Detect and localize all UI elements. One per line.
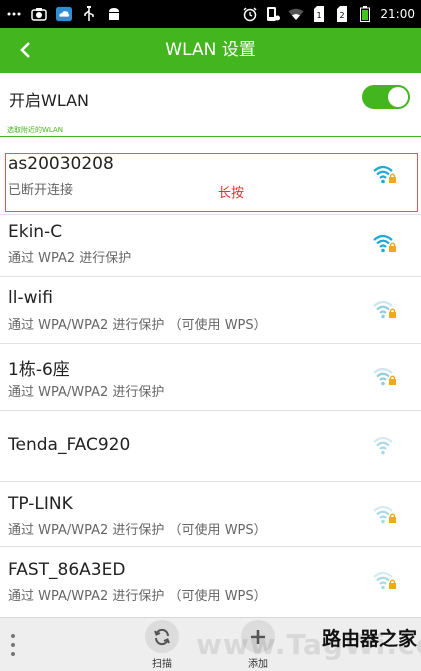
wlan-switch[interactable] bbox=[362, 85, 410, 109]
more-dots-icon bbox=[6, 6, 22, 22]
phone-icon bbox=[265, 6, 281, 22]
sim1-icon: 1 bbox=[311, 6, 327, 22]
long-press-highlight bbox=[5, 153, 418, 212]
network-item-ekin-c[interactable]: Ekin-C 通过 WPA2 进行保护 bbox=[0, 215, 421, 275]
network-item-tp-link[interactable]: TP-LINK 通过 WPA/WPA2 进行保护 （可使用 WPS） bbox=[0, 482, 421, 546]
overflow-menu-icon[interactable] bbox=[10, 634, 16, 656]
network-name: ll-wifi bbox=[8, 288, 53, 308]
sim2-icon: 2 bbox=[334, 6, 350, 22]
network-name: Tenda_FAC920 bbox=[8, 435, 131, 455]
wifi-icon bbox=[373, 436, 393, 455]
network-name: 1栋-6座 bbox=[8, 360, 70, 380]
clock: 21:00 bbox=[380, 7, 415, 21]
alarm-icon bbox=[242, 6, 258, 22]
network-status: 通过 WPA2 进行保护 bbox=[8, 251, 132, 266]
watermark-brand: 路由器之家 bbox=[322, 628, 418, 650]
page-title: WLAN 设置 bbox=[165, 40, 256, 60]
app-bar: WLAN 设置 bbox=[0, 28, 421, 73]
usb-icon bbox=[81, 6, 97, 22]
network-item-fast-86a3ed[interactable]: FAST_86A3ED 通过 WPA/WPA2 进行保护 （可使用 WPS） bbox=[0, 547, 421, 615]
cloud-icon bbox=[56, 6, 72, 22]
network-name: FAST_86A3ED bbox=[8, 560, 126, 580]
wifi-lock-icon bbox=[373, 234, 396, 253]
network-name: Ekin-C bbox=[8, 222, 63, 242]
network-status: 通过 WPA/WPA2 进行保护 （可使用 WPS） bbox=[8, 589, 267, 604]
network-name: TP-LINK bbox=[8, 494, 73, 514]
scan-label: 扫描 bbox=[152, 659, 172, 670]
android-icon bbox=[106, 6, 122, 22]
wlan-switch-knob bbox=[388, 87, 408, 107]
wlan-toggle-row: 开启WLAN bbox=[0, 73, 421, 121]
status-bar: 1 2 21:00 bbox=[0, 0, 421, 28]
status-left-icons bbox=[0, 6, 122, 22]
network-item-tenda-fac920[interactable]: Tenda_FAC920 bbox=[0, 411, 421, 481]
section-divider bbox=[0, 136, 421, 137]
network-item-ll-wifi[interactable]: ll-wifi 通过 WPA/WPA2 进行保护 （可使用 WPS） bbox=[0, 277, 421, 343]
wifi-status-icon bbox=[288, 6, 304, 22]
wifi-lock-icon bbox=[373, 571, 396, 590]
svg-text:1: 1 bbox=[317, 11, 322, 20]
wifi-lock-icon bbox=[373, 505, 396, 524]
status-right-icons: 1 2 21:00 bbox=[242, 6, 421, 22]
section-label: 选取附近的WLAN bbox=[7, 126, 64, 134]
wifi-lock-icon bbox=[373, 300, 396, 319]
network-status: 通过 WPA/WPA2 进行保护 bbox=[8, 385, 165, 400]
network-status: 通过 WPA/WPA2 进行保护 （可使用 WPS） bbox=[8, 523, 267, 538]
battery-icon bbox=[357, 6, 373, 22]
svg-text:2: 2 bbox=[340, 11, 345, 20]
wlan-toggle-label: 开启WLAN bbox=[9, 91, 90, 110]
refresh-icon bbox=[154, 628, 170, 645]
screenshot-icon bbox=[31, 6, 47, 22]
network-item-1dong-6zuo[interactable]: 1栋-6座 通过 WPA/WPA2 进行保护 bbox=[0, 344, 421, 410]
wifi-lock-icon bbox=[373, 367, 396, 386]
scan-button[interactable]: 扫描 bbox=[140, 620, 184, 670]
long-press-annotation: 长按 bbox=[218, 186, 245, 201]
network-status: 通过 WPA/WPA2 进行保护 （可使用 WPS） bbox=[8, 318, 267, 333]
